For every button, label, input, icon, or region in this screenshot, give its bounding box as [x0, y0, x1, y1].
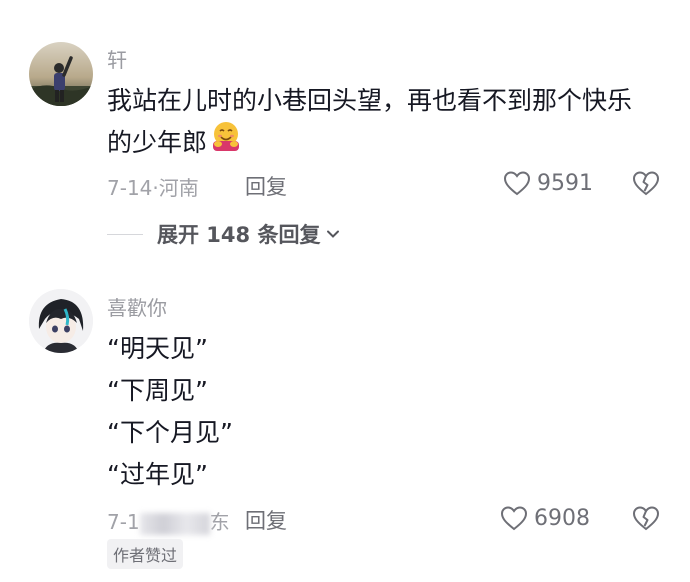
broken-heart-icon	[632, 506, 660, 531]
comment-location: 河南	[158, 176, 199, 200]
comment-text: 我站在儿时的小巷回头望，再也看不到那个快乐 的少年郎	[107, 80, 667, 166]
comment-text-line-3: “下个月见”	[107, 418, 233, 447]
like-button[interactable]: 6908	[500, 505, 590, 531]
comment-meta: 7-1 东	[107, 506, 230, 535]
like-button[interactable]: 9591	[503, 170, 593, 196]
expand-replies-button[interactable]: 展开 148 条回复	[107, 219, 342, 249]
reply-button[interactable]: 回复	[245, 505, 287, 535]
avatar[interactable]	[29, 42, 93, 106]
avatar[interactable]	[29, 289, 93, 353]
author-liked-badge: 作者赞过	[107, 539, 184, 569]
like-count: 9591	[537, 170, 593, 196]
heart-icon	[500, 506, 528, 531]
comment-text-line-2: “下周见”	[107, 376, 208, 405]
comment-text-line-2-text: 的少年郎	[107, 128, 208, 157]
like-count: 6908	[534, 505, 590, 531]
username[interactable]: 喜歡你	[107, 292, 167, 321]
broken-heart-icon	[632, 171, 660, 196]
dislike-button[interactable]	[632, 505, 660, 535]
divider-line	[107, 233, 143, 235]
comment-location: 东	[209, 510, 230, 534]
comment-text-line-4: “过年见”	[107, 460, 208, 489]
comment-date: 7-1	[107, 510, 140, 534]
comment-text: “明天见” “下周见” “下个月见” “过年见”	[107, 328, 667, 496]
comment-meta: 7-14·河南	[107, 172, 199, 201]
comment-date: 7-14	[107, 176, 153, 200]
dislike-button[interactable]	[632, 170, 660, 200]
comment-text-line-1: “明天见”	[107, 334, 208, 363]
chevron-down-icon	[327, 230, 340, 238]
heart-icon	[503, 171, 531, 196]
username[interactable]: 轩	[107, 44, 127, 73]
hugging-face-icon	[207, 121, 243, 166]
expand-replies-label: 展开 148 条回复	[157, 223, 321, 247]
blurred-region	[139, 512, 210, 535]
comment-text-line-2: 的少年郎	[107, 121, 667, 166]
reply-button[interactable]: 回复	[245, 171, 287, 201]
comment-text-line-1: 我站在儿时的小巷回头望，再也看不到那个快乐	[107, 86, 633, 115]
